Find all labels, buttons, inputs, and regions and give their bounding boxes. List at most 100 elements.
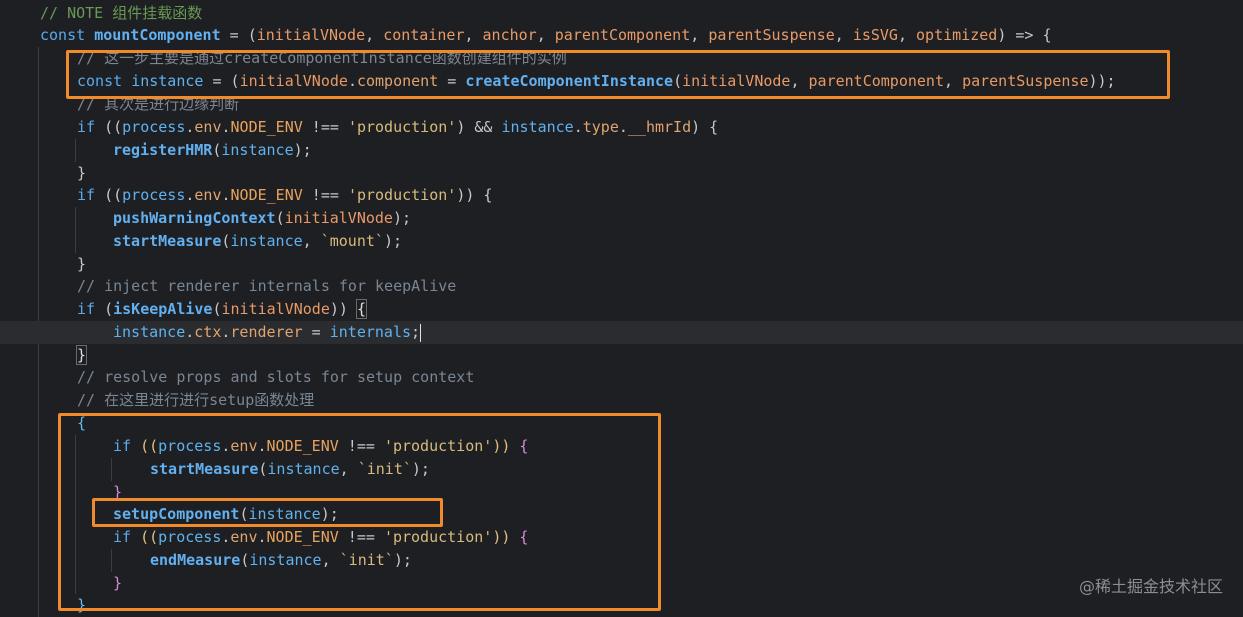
code-token: instance	[221, 141, 294, 159]
code-token: isKeepAlive	[113, 300, 213, 318]
code-token: ) => {	[997, 26, 1052, 44]
code-token: ,	[834, 26, 853, 44]
code-token: }	[113, 574, 123, 592]
code-token: 'production'	[383, 528, 493, 546]
code-token: ))	[492, 437, 511, 455]
code-token: component	[356, 72, 439, 90]
code-line[interactable]: }	[0, 572, 122, 595]
code-token: 'production'	[383, 437, 493, 455]
code-token: .	[221, 118, 231, 136]
code-token: !==	[302, 118, 348, 136]
code-token: {	[77, 414, 87, 432]
code-line[interactable]: }	[0, 162, 86, 185]
code-token: ) &&	[456, 118, 502, 136]
code-line[interactable]: if ((process.env.NODE_ENV !== 'productio…	[0, 184, 492, 207]
code-token: (	[212, 300, 222, 318]
code-token: instance	[131, 72, 204, 90]
code-line[interactable]: {	[0, 412, 86, 435]
code-token: parentSuspense	[962, 72, 1089, 90]
code-token: instance	[249, 551, 322, 569]
code-token: ((	[140, 528, 159, 546]
code-token: renderer	[230, 323, 303, 341]
code-token: // 其次是进行边缘判断	[77, 95, 240, 113]
code-line[interactable]: startMeasure(instance, `init`);	[0, 458, 430, 481]
code-token: isSVG	[852, 26, 898, 44]
code-token: ctx	[194, 323, 222, 341]
code-token: (	[240, 551, 250, 569]
code-token: NODE_ENV	[266, 528, 339, 546]
code-token: parentSuspense	[708, 26, 835, 44]
code-token: if	[77, 300, 105, 318]
code-token: {	[510, 528, 529, 546]
code-token: }	[113, 483, 123, 501]
code-line[interactable]: }	[0, 344, 88, 367]
code-line[interactable]: if ((process.env.NODE_ENV !== 'productio…	[0, 526, 528, 549]
code-line[interactable]: }	[0, 594, 86, 617]
code-line[interactable]: if ((process.env.NODE_ENV !== 'productio…	[0, 116, 718, 139]
code-token: NODE_ENV	[266, 437, 339, 455]
code-line[interactable]: // NOTE 组件挂载函数	[0, 2, 202, 25]
code-token: initialVNode	[284, 209, 393, 227]
code-line[interactable]: if (isKeepAlive(initialVNode)) {	[0, 298, 368, 321]
code-token: if	[77, 186, 105, 204]
text-cursor	[420, 323, 422, 342]
code-line[interactable]: // inject renderer internals for keepAli…	[0, 275, 456, 298]
code-token: ;	[411, 323, 421, 341]
code-line[interactable]: startMeasure(instance, `mount`);	[0, 230, 402, 253]
code-token: type	[582, 118, 619, 136]
code-token: process	[122, 186, 186, 204]
code-token: );	[293, 141, 312, 159]
code-token: if	[113, 437, 141, 455]
code-token: )) {	[456, 186, 493, 204]
code-token: createComponentInstance	[465, 72, 674, 90]
code-token: pushWarningContext	[113, 209, 276, 227]
code-line[interactable]: pushWarningContext(initialVNode);	[0, 207, 411, 230]
code-token: startMeasure	[150, 460, 259, 478]
code-token: {	[510, 437, 529, 455]
code-line[interactable]: const mountComponent = (initialVNode, co…	[0, 24, 1052, 47]
code-token: !==	[302, 186, 348, 204]
code-token: initialVNode	[221, 300, 330, 318]
code-token: container	[383, 26, 465, 44]
code-token: if	[113, 528, 141, 546]
code-token: `mount`	[320, 232, 384, 250]
code-token: );	[320, 505, 339, 523]
code-token: ((	[104, 186, 123, 204]
code-token: const	[40, 26, 95, 44]
code-token: );	[411, 460, 430, 478]
code-line[interactable]: if ((process.env.NODE_ENV !== 'productio…	[0, 435, 528, 458]
code-line[interactable]: instance.ctx.renderer = internals;	[0, 321, 1243, 344]
code-token: env	[194, 118, 222, 136]
code-token: // NOTE 组件挂载函数	[40, 4, 203, 22]
code-token: startMeasure	[113, 232, 222, 250]
code-token: );	[392, 209, 412, 227]
code-token: setupComponent	[113, 505, 240, 523]
code-token: (	[673, 72, 683, 90]
code-token: ,	[897, 26, 917, 44]
watermark: @稀土掘金技术社区	[1078, 577, 1223, 596]
code-token: process	[122, 118, 186, 136]
code-token: ))	[492, 528, 511, 546]
code-token: initialVNode	[256, 26, 366, 44]
code-token: `init`	[357, 460, 412, 478]
code-line[interactable]: // resolve props and slots for setup con…	[0, 366, 474, 389]
code-line[interactable]: // 在这里进行进行setup函数处理	[0, 389, 314, 412]
code-line[interactable]: setupComponent(instance);	[0, 503, 339, 526]
code-token: registerHMR	[113, 141, 213, 159]
code-token: ,	[690, 26, 709, 44]
code-token: ,	[790, 72, 809, 90]
code-line[interactable]: // 这一步主要是通过createComponentInstance函数创建组件…	[0, 47, 567, 70]
code-token: ,	[464, 26, 483, 44]
code-token: parentComponent	[808, 72, 944, 90]
code-line[interactable]: }	[0, 481, 122, 504]
code-line[interactable]: registerHMR(instance);	[0, 139, 312, 162]
code-line[interactable]: // 其次是进行边缘判断	[0, 93, 239, 116]
code-line[interactable]: endMeasure(instance, `init`);	[0, 549, 412, 572]
code-line[interactable]: }	[0, 253, 86, 276]
code-line[interactable]: const instance = (initialVNode.component…	[0, 70, 1116, 93]
code-token: ((	[104, 118, 123, 136]
code-token: anchor	[482, 26, 537, 44]
code-editor[interactable]: // NOTE 组件挂载函数 const mountComponent = (in…	[0, 0, 1243, 617]
code-token: .	[221, 186, 231, 204]
code-token: ,	[339, 460, 358, 478]
